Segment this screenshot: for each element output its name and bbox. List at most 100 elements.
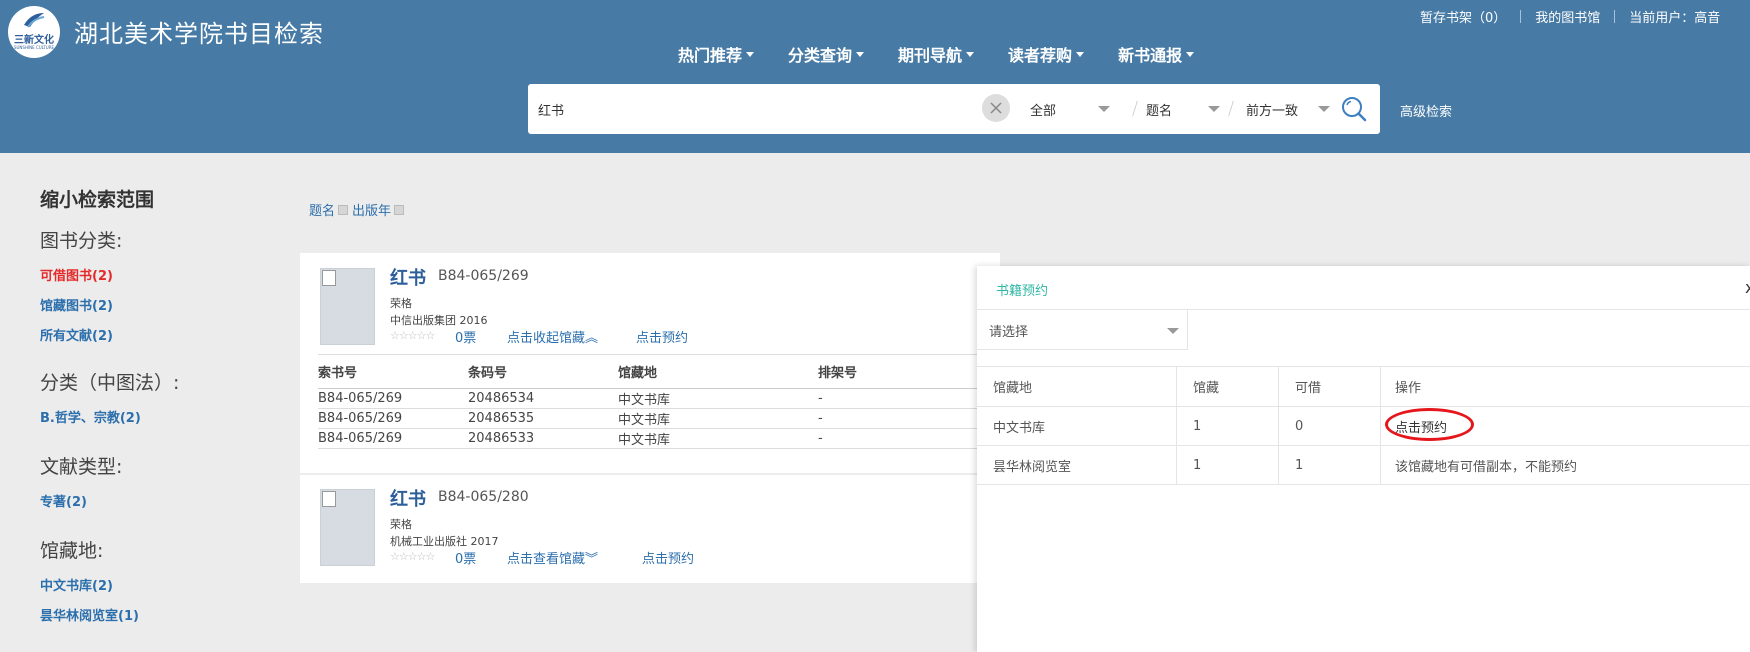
table-row: B84-065/269 20486533 中文书库 -: [318, 429, 998, 449]
nav-item-category[interactable]: 分类查询: [788, 42, 865, 66]
field-select[interactable]: 题名: [1146, 98, 1220, 120]
nav-item-label: 新书通报: [1118, 46, 1183, 65]
table-cell: 昙华林阅览室: [977, 446, 1177, 484]
sort-by-year[interactable]: 出版年: [352, 200, 405, 219]
my-library-link[interactable]: 我的图书馆: [1535, 7, 1600, 26]
divider: [1520, 9, 1522, 23]
sort-label: 出版年: [352, 204, 392, 219]
table-row: B84-065/269 20486535 中文书库 -: [318, 409, 998, 429]
table-cell: 1: [1177, 446, 1279, 484]
book-title-link[interactable]: 红书: [390, 485, 426, 511]
facet-item-all[interactable]: 所有文献(2): [40, 325, 270, 344]
separator-slash: /: [1132, 98, 1139, 119]
facet-item-monograph[interactable]: 专著(2): [40, 491, 270, 510]
reservation-table: 馆藏地 馆藏 可借 操作 中文书库 1 0 点击预约 昙华林阅览室 1 1 该馆…: [977, 366, 1750, 485]
table-cell: 1: [1177, 407, 1279, 445]
column-header: 馆藏: [1177, 367, 1279, 406]
current-user-label: 当前用户：高音: [1629, 10, 1721, 26]
logo-subtext: SUNSHINE CULTURE: [13, 45, 55, 50]
chevron-down-icon: [1098, 106, 1110, 112]
sidebar-title: 缩小检索范围: [40, 189, 155, 211]
reserve-link[interactable]: 点击预约: [636, 327, 688, 346]
table-header-row: 馆藏地 馆藏 可借 操作: [977, 367, 1750, 407]
column-header: 排架号: [818, 366, 858, 381]
nav-item-label: 读者荐购: [1008, 46, 1073, 65]
toggle-holdings-link[interactable]: 点击查看馆藏︾: [507, 548, 598, 567]
modal-title: 书籍预约: [996, 284, 1049, 299]
scope-value: 全部: [1030, 103, 1057, 119]
close-icon: [990, 102, 1002, 114]
bookshelf-link[interactable]: 暂存书架（0）: [1420, 7, 1506, 26]
book-cover-image[interactable]: [320, 489, 375, 566]
sort-icon: [338, 204, 349, 215]
location-select[interactable]: 请选择: [977, 310, 1188, 350]
facet-item-available[interactable]: 可借图书(2): [40, 265, 270, 284]
table-cell: 点击预约: [1381, 407, 1750, 445]
divider: [1614, 9, 1616, 23]
field-value: 题名: [1146, 103, 1173, 119]
facet-item-philosophy[interactable]: B.哲学、宗教(2): [40, 407, 270, 426]
close-icon[interactable]: x: [1745, 278, 1750, 297]
broken-image-icon: [322, 270, 336, 286]
filter-sidebar: 缩小检索范围 图书分类: 可借图书(2) 馆藏图书(2) 所有文献(2) 分类（…: [40, 185, 270, 624]
column-header: 索书号: [318, 366, 358, 381]
rating-stars-icon[interactable]: ☆☆☆☆☆: [390, 550, 435, 563]
table-cell: 中文书库: [618, 413, 671, 428]
search-icon: [1342, 97, 1367, 122]
table-cell: B84-065/269: [318, 431, 403, 446]
table-cell: 20486535: [468, 411, 535, 426]
table-cell: 1: [1279, 446, 1381, 484]
toggle-holdings-link[interactable]: 点击收起馆藏︽: [507, 327, 598, 346]
book-author: 荣格: [390, 518, 412, 531]
book-cover-image[interactable]: [320, 268, 375, 345]
caret-down-icon: [1186, 51, 1195, 57]
caret-down-icon: [1076, 51, 1085, 57]
match-select[interactable]: 前方一致: [1246, 98, 1330, 120]
rating-stars-icon[interactable]: ☆☆☆☆☆: [390, 329, 435, 342]
nav-item-recommend[interactable]: 读者荐购: [1008, 42, 1085, 66]
table-cell: -: [818, 391, 823, 406]
column-header: 可借: [1279, 367, 1381, 406]
table-cell: B84-065/269: [318, 411, 403, 426]
chevron-down-icon: [1208, 106, 1220, 112]
search-input[interactable]: [538, 96, 978, 122]
book-title-link[interactable]: 红书: [390, 264, 426, 290]
facet-item-collection[interactable]: 馆藏图书(2): [40, 295, 270, 314]
nav-item-newbooks[interactable]: 新书通报: [1118, 42, 1195, 66]
select-placeholder: 请选择: [989, 325, 1029, 340]
facet-heading-doc-type: 文献类型:: [40, 456, 123, 478]
scope-select[interactable]: 全部: [1030, 98, 1110, 120]
user-bar: 暂存书架（0） 我的图书馆 当前用户：高音: [1420, 6, 1720, 26]
caret-down-icon: [746, 51, 755, 57]
table-cell: 20486534: [468, 391, 535, 406]
reserve-link[interactable]: 点击预约: [642, 548, 694, 567]
column-header: 馆藏地: [977, 367, 1177, 406]
table-cell: B84-065/269: [318, 391, 403, 406]
site-logo[interactable]: 三新文化 SUNSHINE CULTURE: [8, 6, 60, 58]
facet-heading-location: 馆藏地:: [40, 540, 104, 562]
table-cell: 中文书库: [977, 407, 1177, 445]
vote-count[interactable]: 0票: [455, 327, 476, 346]
nav-item-journal[interactable]: 期刊导航: [898, 42, 975, 66]
vote-count[interactable]: 0票: [455, 548, 476, 567]
chevron-down-icon: [1167, 328, 1179, 334]
main-nav: 热门推荐 分类查询 期刊导航 读者荐购 新书通报: [678, 42, 1228, 66]
reserve-action-link[interactable]: 点击预约: [1395, 421, 1447, 436]
call-number: B84-065/280: [438, 489, 529, 505]
table-cell: 该馆藏地有可借副本，不能预约: [1395, 459, 1578, 475]
book-author: 荣格: [390, 297, 412, 310]
search-box: 全部 / 题名 / 前方一致: [528, 84, 1380, 134]
caret-down-icon: [966, 51, 975, 57]
nav-item-hot[interactable]: 热门推荐: [678, 42, 755, 66]
header-bar: 三新文化 SUNSHINE CULTURE 湖北美术学院书目检索 暂存书架（0）…: [0, 0, 1750, 153]
logo-text: 三新文化: [14, 35, 54, 46]
sort-by-title[interactable]: 题名: [309, 200, 349, 219]
advanced-search-link[interactable]: 高级检索: [1400, 101, 1452, 120]
table-row: 昙华林阅览室 1 1 该馆藏地有可借副本，不能预约: [977, 446, 1750, 485]
clear-search-button[interactable]: [982, 94, 1010, 122]
site-title: 湖北美术学院书目检索: [74, 20, 324, 48]
facet-item-chinese-stacks[interactable]: 中文书库(2): [40, 575, 270, 594]
facet-item-reading-room[interactable]: 昙华林阅览室(1): [40, 605, 270, 624]
reserve-action-wrapper: 点击预约: [1385, 407, 1474, 441]
search-button[interactable]: [1340, 95, 1368, 123]
